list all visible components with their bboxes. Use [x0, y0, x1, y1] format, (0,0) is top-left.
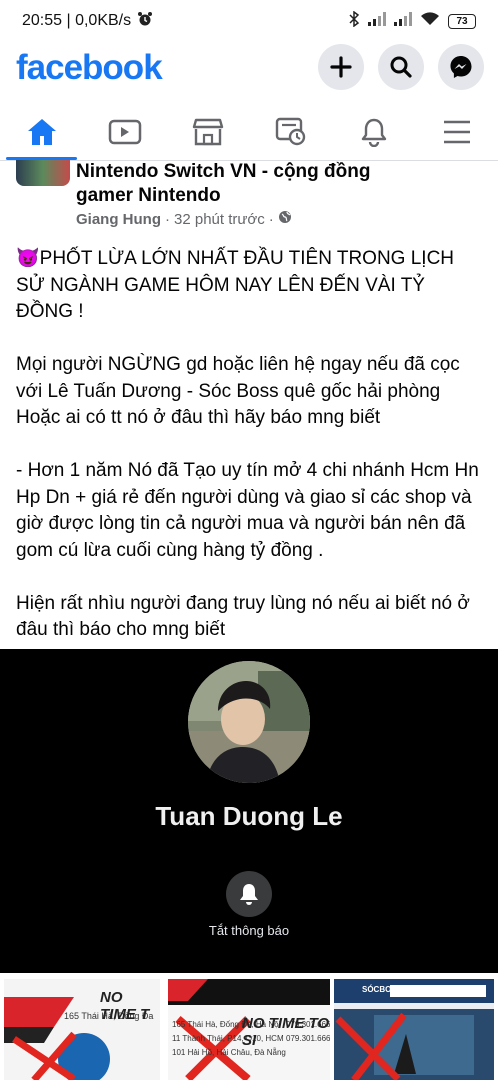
bell-icon: [361, 118, 386, 147]
tab-menu[interactable]: [415, 104, 498, 160]
status-time: 20:55 | 0,0KB/s: [22, 12, 132, 29]
home-icon: [27, 119, 56, 145]
tab-home[interactable]: [0, 104, 83, 160]
thumbnail-1[interactable]: 165 Thái Hà, Đống Đa NO TIME T: [4, 979, 160, 1080]
signal-icon-2: [394, 11, 412, 31]
tab-watch[interactable]: [83, 104, 166, 160]
video-card[interactable]: Tuan Duong Le Tắt thông báo: [0, 649, 498, 973]
post-header: Nintendo Switch VN - cộng đồng gamer Nin…: [14, 160, 484, 232]
main-nav: [0, 104, 498, 160]
thumbnail-2-title: NO TIME TO SI: [242, 1015, 330, 1049]
messenger-icon: [450, 56, 472, 78]
alarm-icon: [137, 11, 153, 32]
wifi-icon: [420, 11, 440, 31]
bluetooth-icon: [348, 10, 360, 32]
bell-icon: [240, 884, 258, 905]
post-time[interactable]: 32 phút trước: [174, 211, 265, 228]
thumbnail-3[interactable]: SÓCBOSS: [334, 979, 494, 1080]
facebook-logo[interactable]: facebook: [16, 48, 163, 88]
tab-marketplace[interactable]: [166, 104, 249, 160]
svg-text:101 Hải Hồ, Hải Châu, Đà Nẵng: 101 Hải Hồ, Hải Châu, Đà Nẵng: [172, 1048, 286, 1057]
signal-icon: [368, 11, 386, 31]
mute-notifications-button[interactable]: [226, 871, 272, 917]
thumbnail-2[interactable]: 165 Thái Hà, Đống Đa, Hà Nội 11 Thành Th…: [168, 979, 330, 1080]
profile-name[interactable]: Tuan Duong Le: [0, 801, 498, 832]
image-thumbnails: 165 Thái Hà, Đống Đa NO TIME T 165 Thái …: [0, 973, 498, 1080]
post-meta: Giang Hung · 32 phút trước ·: [76, 210, 292, 228]
meta-separator-2: ·: [268, 210, 274, 228]
app-header: facebook: [0, 42, 498, 98]
thumbnail-3-title: SÓCBOSS: [362, 985, 403, 994]
battery-icon: 73: [448, 13, 476, 29]
create-button[interactable]: [318, 44, 364, 90]
status-bar: 20:55 | 0,0KB/s 73: [0, 0, 498, 42]
menu-icon: [443, 120, 470, 144]
tab-notifications[interactable]: [332, 104, 415, 160]
globe-icon: [278, 210, 292, 228]
meta-separator: ·: [165, 210, 170, 228]
post-text: 😈PHỐT LỪA LỚN NHẤT ĐẦU TIÊN TRONG LỊCH S…: [16, 248, 479, 640]
mute-notifications-label: Tắt thông báo: [208, 923, 290, 938]
store-icon: [192, 118, 223, 146]
group-name[interactable]: Nintendo Switch VN - cộng đồng gamer Nin…: [76, 160, 416, 208]
video-icon: [108, 119, 141, 145]
group-avatar[interactable]: [16, 160, 70, 186]
profile-photo: [188, 661, 310, 783]
post-author[interactable]: Giang Hung: [76, 211, 161, 228]
feed-clock-icon: [275, 117, 305, 146]
tab-memories[interactable]: [249, 104, 332, 160]
messenger-button[interactable]: [438, 44, 484, 90]
thumbnail-1-title: NO TIME T: [100, 989, 150, 1023]
search-button[interactable]: [378, 44, 424, 90]
plus-icon: [330, 56, 352, 78]
search-icon: [390, 56, 412, 78]
